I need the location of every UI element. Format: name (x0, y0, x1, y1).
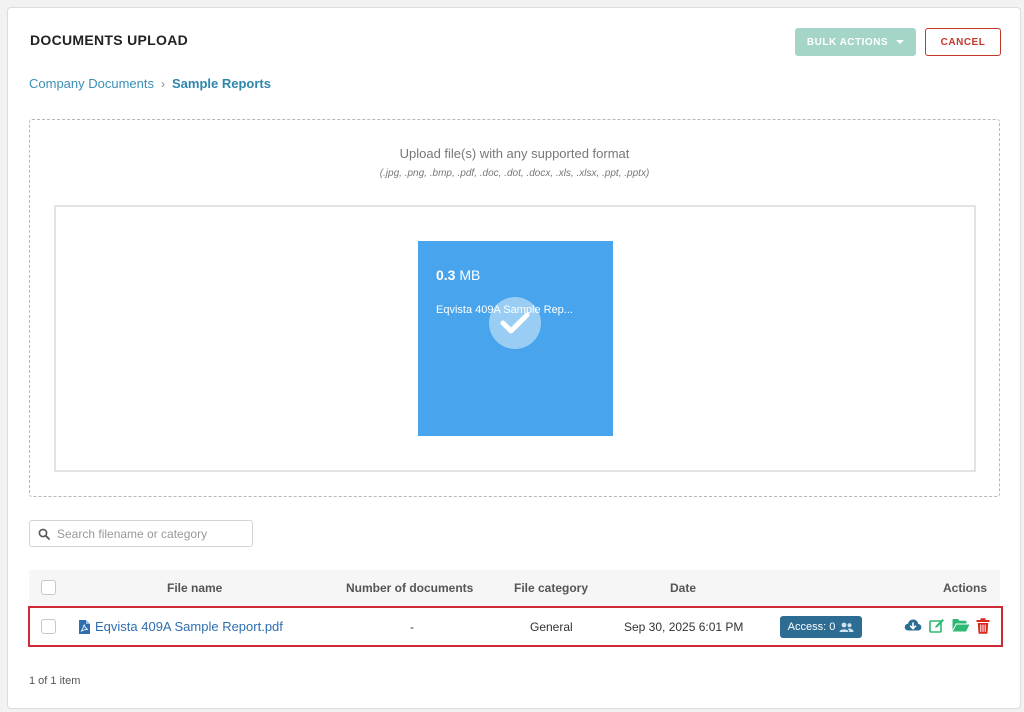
file-name-text: Eqvista 409A Sample Report.pdf (95, 619, 283, 634)
search-box[interactable] (29, 520, 253, 547)
bulk-actions-button[interactable]: BULK ACTIONS (795, 28, 916, 56)
supported-formats: (.jpg, .png, .bmp, .pdf, .doc, .dot, .do… (379, 168, 650, 179)
caret-down-icon (896, 40, 905, 44)
trash-icon[interactable] (976, 618, 990, 634)
cell-number-of-documents: - (410, 620, 414, 634)
column-number-of-documents[interactable]: Number of documents (346, 581, 473, 595)
search-icon (38, 528, 50, 540)
column-file-name[interactable]: File name (167, 581, 222, 595)
bulk-actions-label: BULK ACTIONS (806, 36, 889, 48)
access-label: Access: 0 (787, 621, 836, 633)
page-title: DOCUMENTS UPLOAD (30, 32, 189, 48)
pagination-summary: 1 of 1 item (29, 675, 81, 687)
file-size-unit: MB (459, 267, 481, 283)
cell-date: Sep 30, 2025 6:01 PM (624, 620, 744, 634)
column-file-category[interactable]: File category (514, 581, 588, 595)
table-row[interactable]: Eqvista 409A Sample Report.pdf - General… (29, 607, 1000, 647)
upload-hint: Upload file(s) with any supported format (399, 146, 630, 161)
cancel-button[interactable]: CANCEL (925, 28, 1001, 56)
folder-open-icon[interactable] (952, 618, 970, 633)
documents-upload-panel: DOCUMENTS UPLOAD BULK ACTIONS CANCEL Com… (7, 7, 1021, 709)
breadcrumb-company-documents[interactable]: Company Documents (29, 76, 154, 91)
cloud-download-icon[interactable] (904, 618, 922, 634)
breadcrumb: Company Documents › Sample Reports (29, 76, 271, 91)
upload-preview-area: 0.3 MB Eqvista 409A Sample Rep... (54, 205, 976, 472)
cell-file-category: General (530, 620, 573, 634)
users-icon (839, 622, 854, 632)
select-all-checkbox[interactable] (41, 580, 56, 595)
upload-success-check-icon (489, 297, 541, 349)
access-badge-button[interactable]: Access: 0 (780, 616, 862, 638)
breadcrumb-current: Sample Reports (172, 76, 271, 91)
file-size-value: 0.3 (436, 267, 456, 283)
edit-icon[interactable] (929, 618, 945, 634)
pdf-file-icon (79, 619, 90, 634)
chevron-right-icon: › (161, 76, 165, 91)
table-header: File name Number of documents File categ… (29, 570, 1000, 606)
file-name-link[interactable]: Eqvista 409A Sample Report.pdf (79, 619, 283, 634)
uploaded-file-preview[interactable]: 0.3 MB Eqvista 409A Sample Rep... (418, 241, 613, 436)
column-date[interactable]: Date (670, 581, 696, 595)
column-actions: Actions (943, 581, 988, 595)
row-checkbox[interactable] (41, 619, 56, 634)
file-size: 0.3 MB (436, 267, 480, 283)
search-input[interactable] (57, 526, 247, 541)
upload-dropzone[interactable]: Upload file(s) with any supported format… (29, 119, 1000, 497)
